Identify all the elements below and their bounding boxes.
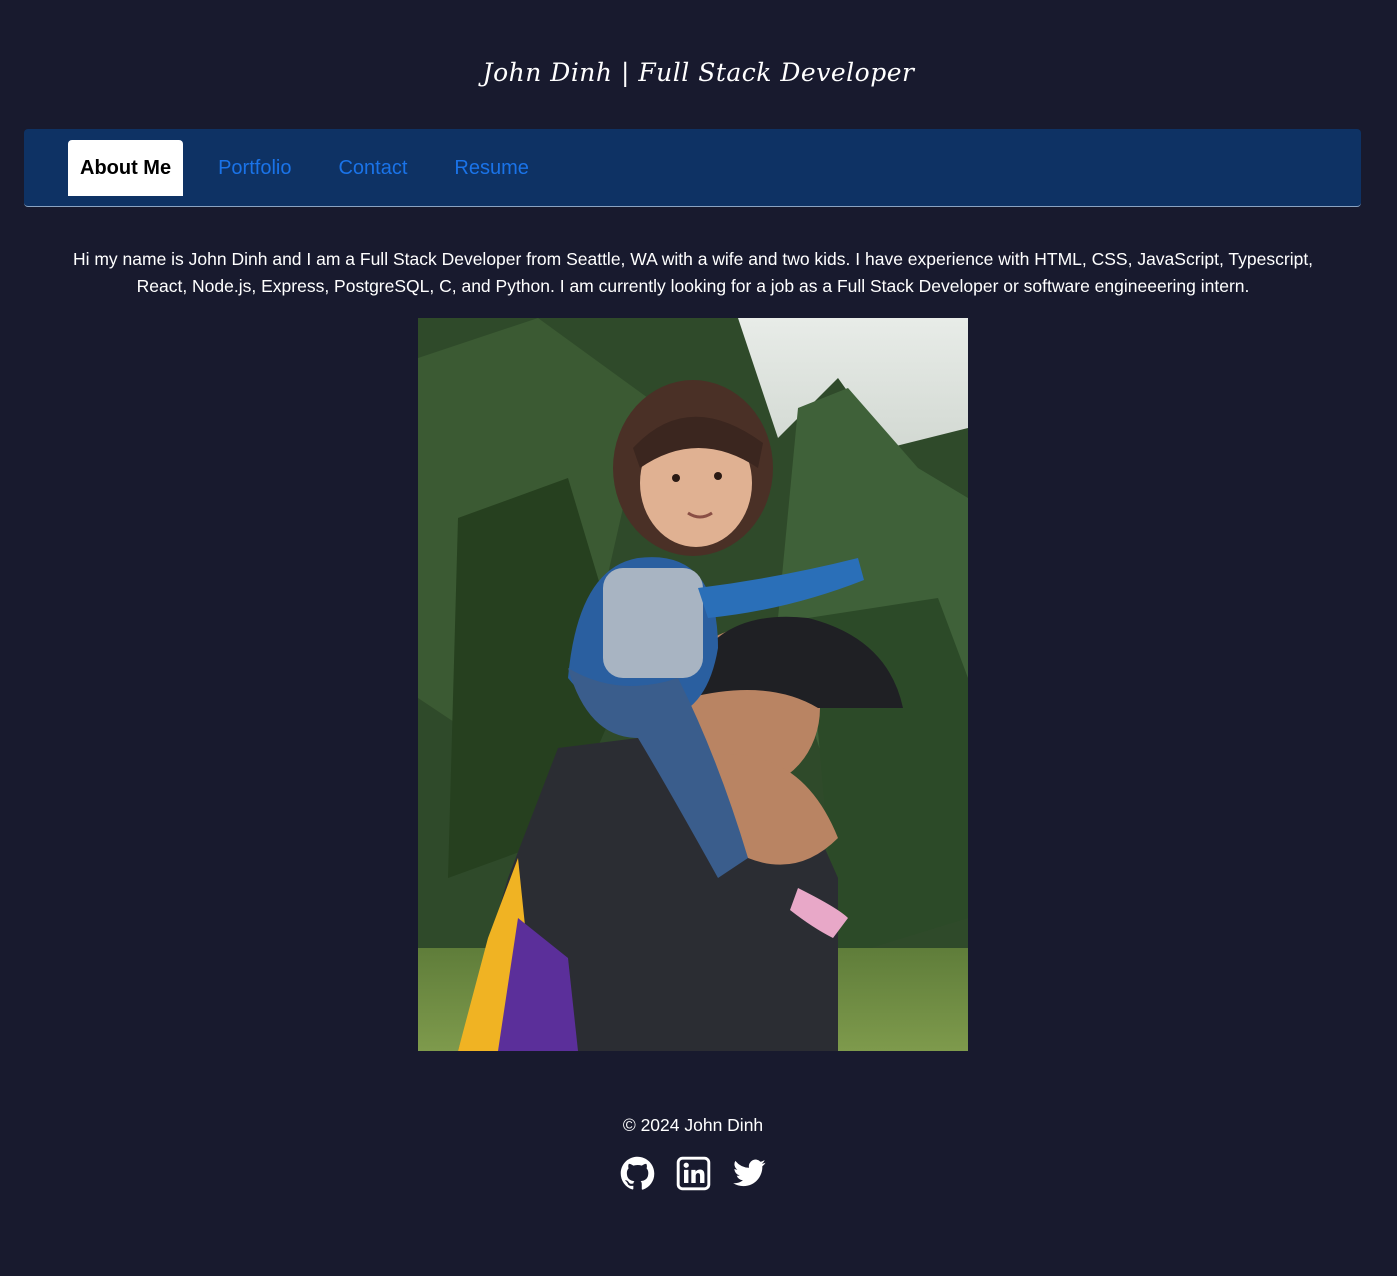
about-text: Hi my name is John Dinh and I am a Full … (72, 249, 1314, 296)
linkedin-icon[interactable] (676, 1156, 711, 1191)
nav-tabs: About Me Portfolio Contact Resume (68, 140, 564, 196)
tab-portfolio[interactable]: Portfolio (206, 140, 303, 196)
page: John Dinh | Full Stack Developer About M… (0, 0, 1397, 1276)
twitter-icon[interactable] (732, 1156, 767, 1191)
navbar: About Me Portfolio Contact Resume (24, 129, 1361, 207)
tab-resume[interactable]: Resume (442, 140, 540, 196)
tab-about-me[interactable]: About Me (68, 140, 184, 196)
profile-photo (418, 318, 968, 1051)
tab-contact[interactable]: Contact (326, 140, 419, 196)
social-links (620, 1156, 767, 1191)
github-icon[interactable] (620, 1156, 655, 1191)
site-title: John Dinh | Full Stack Developer (482, 58, 915, 87)
footer-copyright: © 2024 John Dinh (622, 1115, 764, 1135)
